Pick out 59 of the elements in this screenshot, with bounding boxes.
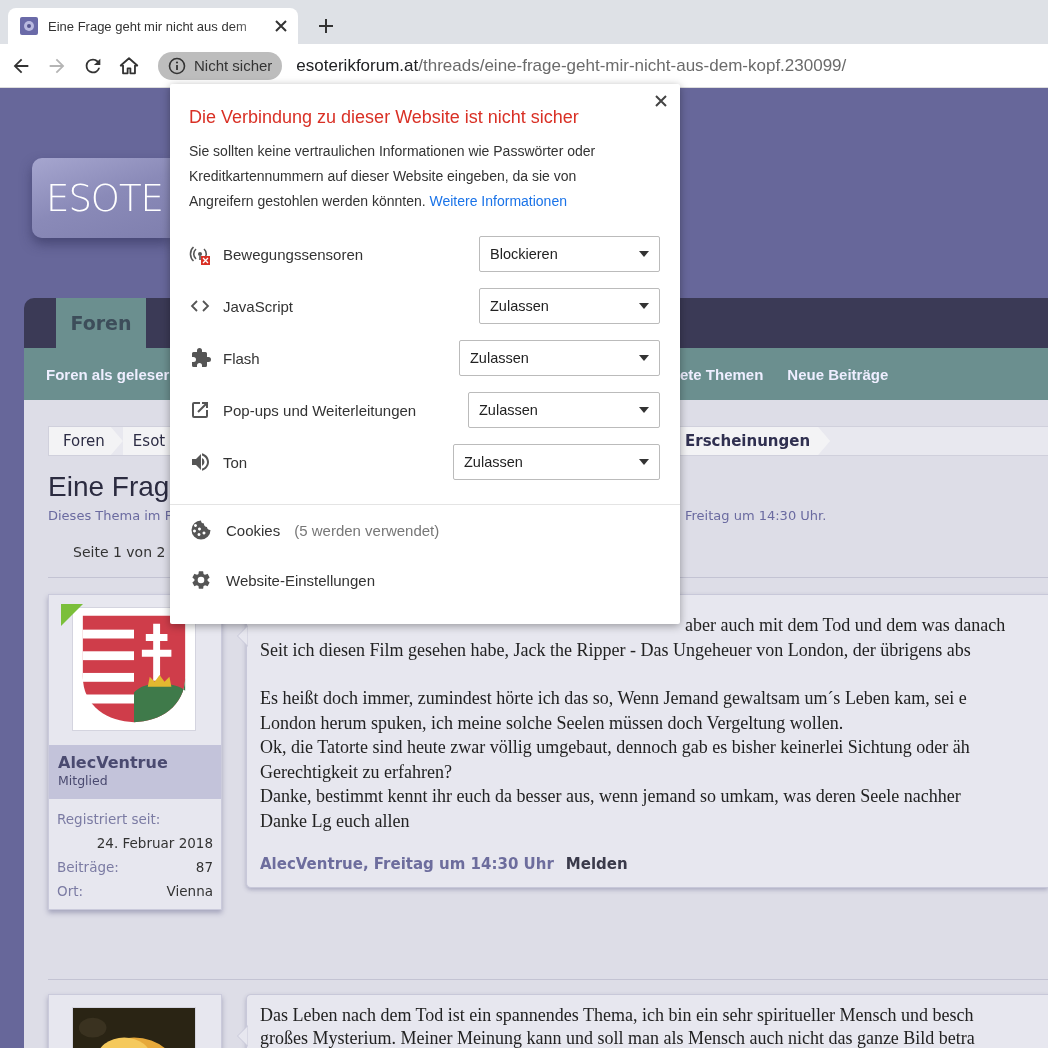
info-label: Registriert seit: — [57, 810, 161, 829]
post-text-line: London herum spuken, ich meine solche Seelen müssen doch Vergeltung wollen. — [260, 712, 844, 733]
breadcrumb-link[interactable]: Foren — [49, 427, 123, 455]
permission-label: Ton — [223, 453, 249, 471]
post-byline-link[interactable]: AlecVentrue, Freitag um 14:30 Uhr — [260, 855, 554, 873]
settings-gear-icon — [190, 569, 212, 591]
thread-meta: Freitag um 14:30 Uhr. — [685, 507, 827, 523]
close-button[interactable] — [654, 94, 668, 108]
permission-dropdown[interactable]: Blockieren — [479, 236, 660, 272]
permission-dropdown[interactable]: Zulassen — [459, 340, 660, 376]
address-field[interactable]: esoterikforum.at/threads/eine-frage-geht-mir-nicht-aus-dem-kopf.230099/ — [296, 55, 847, 76]
post-text-line: großes Mysterium. Meiner Meinung kann und soll man als Mensch auch nicht das ganze Bild betra — [260, 1028, 975, 1048]
info-icon — [168, 56, 186, 75]
new-tab-plus-icon[interactable] — [318, 18, 334, 34]
post-text-line: aber auch mit dem Tod und dem was danach — [685, 615, 1006, 635]
permission-label: Bewegungssensoren — [223, 245, 365, 263]
post-text-line: Es heißt doch immer, zumindest hörte ich das so, Wenn Jemand gewaltsam um´s Leben kam, sei e — [260, 688, 967, 708]
close-icon[interactable] — [274, 19, 288, 33]
browser-tab[interactable]: Eine Frage geht mir nicht aus dem — [8, 8, 298, 44]
warning-text: Sie sollten keine vertraulichen Informationen wie Passwörter oder Kreditkartennummern auf dieser Website eingeben, da sie von Angreifern gestohlen werden könnten. Weitere Informationen — [189, 142, 597, 211]
dropdown-caret-icon — [639, 251, 649, 257]
more-info-link[interactable]: Weitere Informationen — [429, 193, 567, 209]
report-link[interactable]: Melden — [565, 855, 628, 873]
security-chip[interactable]: Nicht sicher — [158, 51, 283, 80]
info-value: Vienna — [166, 882, 213, 901]
post-text-line: Danke, bestimmt kennt ihr euch da besser aus, wenn jemand so umkam, was deren Seele nachher — [260, 786, 961, 806]
post-text-line: Seit ich diesen Film gesehen habe, Jack the Ripper - Das Ungeheuer von London, der übrigens abs — [260, 639, 971, 660]
info-label: Beiträge: — [57, 858, 119, 877]
dropdown-caret-icon — [639, 355, 649, 361]
info-value: 87 — [195, 858, 213, 877]
popup-title: Die Verbindung zu dieser Website ist nicht sicher — [189, 106, 580, 128]
post-text-line: Danke Lg euch allen — [260, 810, 410, 831]
info-label: Ort: — [57, 882, 84, 901]
permission-label: JavaScript — [223, 297, 295, 315]
user-name[interactable]: AlecVentrue — [58, 753, 212, 773]
post-text-line: Ok, die Tatorte sind heute zwar völlig umgebaut, dennoch gab es bisher keinerlei Sichtung oder äh — [260, 737, 970, 757]
thread-title: Eine Frag — [48, 470, 171, 504]
dropdown-caret-icon — [639, 407, 649, 413]
info-value: 24. Februar 2018 — [96, 834, 213, 853]
breadcrumb-link[interactable]: Esot — [122, 427, 171, 455]
permission-label: Pop-ups und Weiterleitungen — [223, 401, 418, 419]
permission-label: Flash — [223, 349, 261, 367]
post-text-line: Das Leben nach dem Tod ist ein spannendes Thema, ich bin ein sehr spiritueller Mensch und besch — [260, 1005, 974, 1025]
favicon-icon — [20, 17, 38, 35]
cookie-icon — [190, 519, 212, 541]
site-settings-row[interactable]: Website-Einstellungen — [170, 555, 680, 605]
breadcrumb-link[interactable]: Erscheinungen — [681, 427, 831, 455]
permission-dropdown[interactable]: Zulassen — [453, 444, 660, 480]
home-icon[interactable] — [118, 54, 140, 77]
page-indicator: Seite 1 von 2 — [73, 543, 167, 562]
permission-dropdown[interactable]: Zulassen — [479, 288, 660, 324]
dropdown-caret-icon — [639, 303, 649, 309]
tab-title: Eine Frage geht mir nicht aus dem — [48, 18, 248, 34]
post-text-line: Gerechtigkeit zu erfahren? — [260, 761, 452, 782]
close-icon — [654, 94, 668, 108]
cookies-row[interactable]: Cookies (5 werden verwendet) — [170, 505, 680, 555]
permission-dropdown[interactable]: Zulassen — [468, 392, 660, 428]
user-role: Mitglied — [58, 773, 109, 789]
dropdown-caret-icon — [639, 459, 649, 465]
